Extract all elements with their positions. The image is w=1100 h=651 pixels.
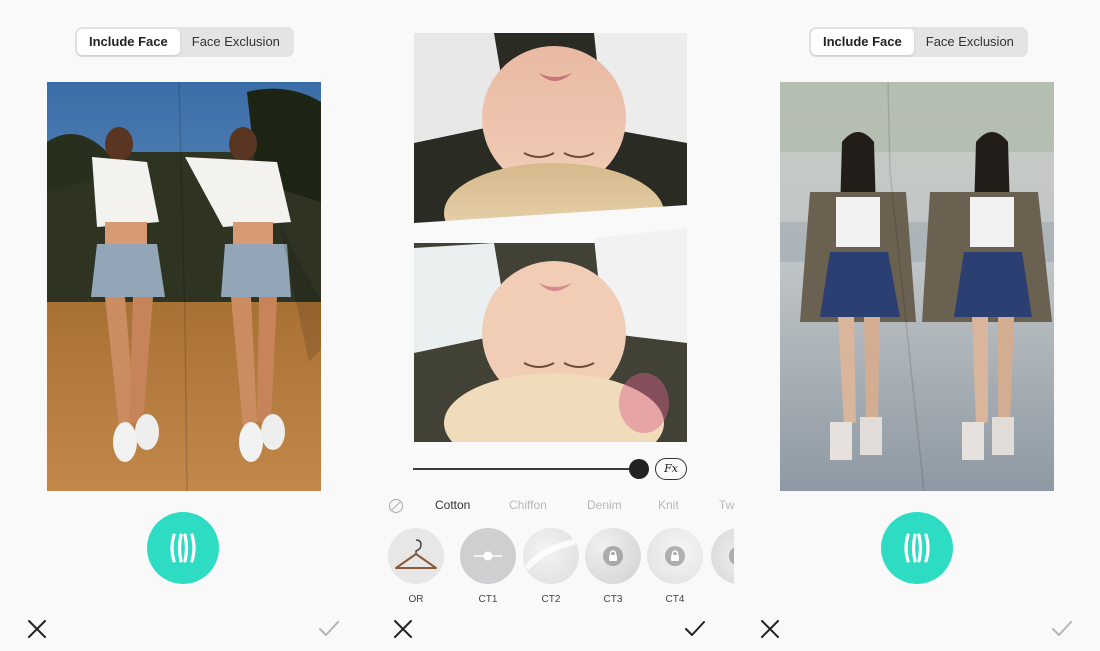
preset-label: CT1 bbox=[478, 594, 498, 605]
close-icon bbox=[25, 617, 49, 641]
preset-thumbnail bbox=[585, 528, 641, 584]
close-icon bbox=[391, 617, 415, 641]
preset-label: OR bbox=[408, 594, 424, 605]
preset-ct1[interactable]: CT1 bbox=[460, 528, 516, 605]
tab-cotton[interactable]: Cotton bbox=[435, 498, 470, 512]
middle-panel: Fx Cotton Chiffon Denim Knit Tw OR CT1 C… bbox=[366, 0, 734, 651]
intensity-slider[interactable] bbox=[413, 459, 649, 479]
preset-thumbnail bbox=[388, 528, 444, 584]
tab-knit[interactable]: Knit bbox=[658, 498, 679, 512]
check-icon bbox=[1050, 617, 1074, 641]
confirm-button[interactable] bbox=[683, 617, 707, 641]
face-exclusion-option[interactable]: Face Exclusion bbox=[180, 29, 292, 55]
left-panel: Include Face Face Exclusion bbox=[0, 0, 366, 651]
reshape-waves-icon bbox=[163, 528, 203, 568]
slider-track bbox=[413, 468, 641, 470]
preset-c[interactable]: C bbox=[711, 528, 734, 605]
preset-thumbnail bbox=[523, 528, 579, 584]
preset-thumbnail bbox=[460, 528, 516, 584]
close-icon bbox=[758, 617, 782, 641]
photo-preview[interactable] bbox=[414, 33, 687, 442]
close-button[interactable] bbox=[25, 617, 49, 641]
preset-or[interactable]: OR bbox=[388, 528, 444, 605]
preset-label: CT3 bbox=[603, 594, 623, 605]
include-face-option[interactable]: Include Face bbox=[811, 29, 914, 55]
check-icon bbox=[683, 617, 707, 641]
check-icon bbox=[317, 617, 341, 641]
tab-chiffon[interactable]: Chiffon bbox=[509, 498, 547, 512]
none-icon[interactable] bbox=[388, 498, 404, 514]
preset-thumbnail bbox=[711, 528, 734, 584]
tab-denim[interactable]: Denim bbox=[587, 498, 622, 512]
lock-icon bbox=[665, 546, 685, 566]
preset-ct3[interactable]: CT3 bbox=[585, 528, 641, 605]
preset-label: CT2 bbox=[541, 594, 561, 605]
right-panel: Include Face Face Exclusion bbox=[734, 0, 1100, 651]
fabric-tabs: Cotton Chiffon Denim Knit Tw bbox=[366, 496, 734, 516]
confirm-button[interactable] bbox=[1050, 617, 1074, 641]
face-exclusion-option[interactable]: Face Exclusion bbox=[914, 29, 1026, 55]
slider-handle-icon bbox=[474, 551, 502, 561]
face-mode-toggle: Include Face Face Exclusion bbox=[75, 27, 294, 57]
preset-list: OR CT1 CT2 CT3 CT4 bbox=[366, 528, 734, 610]
reshape-waves-icon bbox=[897, 528, 937, 568]
hanger-icon bbox=[395, 539, 437, 569]
preset-ct2[interactable]: CT2 bbox=[523, 528, 579, 605]
lock-icon bbox=[603, 546, 623, 566]
fx-button[interactable]: Fx bbox=[655, 458, 687, 480]
confirm-button[interactable] bbox=[317, 617, 341, 641]
slider-knob[interactable] bbox=[629, 459, 649, 479]
preset-thumbnail bbox=[647, 528, 703, 584]
preset-label: C bbox=[711, 594, 734, 605]
include-face-option[interactable]: Include Face bbox=[77, 29, 180, 55]
preset-label: CT4 bbox=[665, 594, 685, 605]
photo-preview[interactable] bbox=[780, 82, 1054, 491]
reshape-button[interactable] bbox=[881, 512, 953, 584]
photo-preview[interactable] bbox=[47, 82, 321, 491]
close-button[interactable] bbox=[758, 617, 782, 641]
fabric-texture bbox=[524, 539, 576, 570]
close-button[interactable] bbox=[391, 617, 415, 641]
tab-tw[interactable]: Tw bbox=[719, 498, 734, 512]
reshape-button[interactable] bbox=[147, 512, 219, 584]
face-mode-toggle: Include Face Face Exclusion bbox=[809, 27, 1028, 57]
preset-ct4[interactable]: CT4 bbox=[647, 528, 703, 605]
